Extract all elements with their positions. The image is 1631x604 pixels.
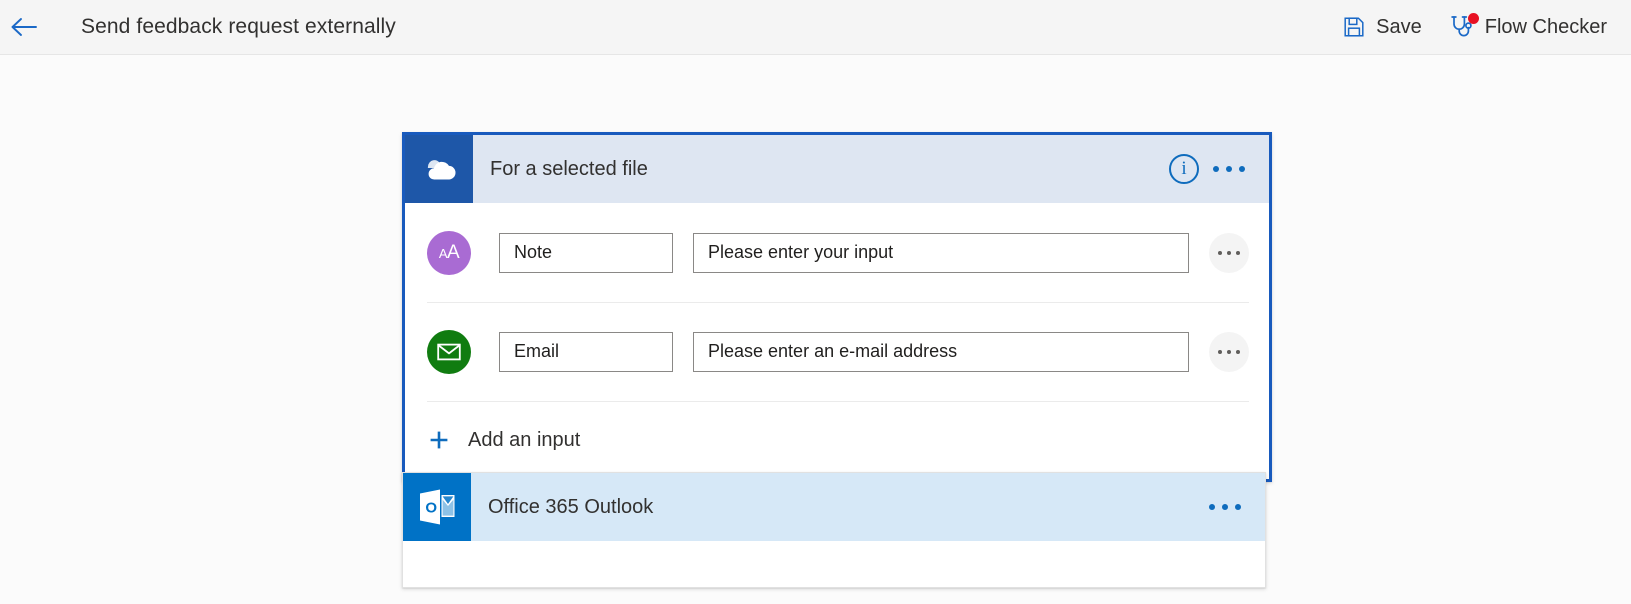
ellipsis-dot-1 xyxy=(1218,251,1222,255)
ellipsis-dot-3 xyxy=(1235,504,1241,510)
add-an-input-button[interactable]: Add an input xyxy=(405,401,1269,479)
action-card-office-365-outlook[interactable]: O Office 365 Outlook xyxy=(402,472,1266,588)
save-button[interactable]: Save xyxy=(1329,8,1434,46)
input-placeholder-field-email[interactable]: Please enter an e-mail address xyxy=(693,332,1189,372)
command-bar-actions: Save Flow Checker xyxy=(1329,0,1619,54)
input-placeholder-field-note[interactable]: Please enter your input xyxy=(693,233,1189,273)
save-label: Save xyxy=(1376,16,1422,39)
input-row-email: Email Please enter an e-mail address xyxy=(405,302,1269,401)
ellipsis-dot-2 xyxy=(1222,504,1228,510)
onedrive-cloud-icon xyxy=(405,135,473,203)
arrow-left-icon xyxy=(10,16,38,38)
ellipsis-dot-2 xyxy=(1227,251,1231,255)
flow-checker-button[interactable]: Flow Checker xyxy=(1438,8,1619,46)
action-card-title: Office 365 Outlook xyxy=(471,473,1203,541)
trigger-card-for-a-selected-file[interactable]: For a selected file i AA Note Please xyxy=(402,132,1272,482)
trigger-card-menu-button[interactable] xyxy=(1207,156,1251,182)
add-an-input-label: Add an input xyxy=(468,429,580,452)
office365-outlook-icon: O xyxy=(403,473,471,541)
ellipsis-dot-2 xyxy=(1227,350,1231,354)
ellipsis-dot-1 xyxy=(1218,350,1222,354)
trigger-card-header[interactable]: For a selected file i xyxy=(405,135,1269,203)
text-type-glyph: AA xyxy=(439,242,459,264)
action-card-body xyxy=(403,541,1265,587)
input-name-field-email[interactable]: Email xyxy=(499,332,673,372)
trigger-card-header-actions: i xyxy=(1169,135,1269,203)
ellipsis-dot-3 xyxy=(1239,166,1245,172)
back-button[interactable] xyxy=(0,0,48,54)
stethoscope-icon xyxy=(1450,14,1476,40)
flow-checker-label: Flow Checker xyxy=(1485,16,1607,39)
info-glyph: i xyxy=(1181,159,1186,178)
page-title: Send feedback request externally xyxy=(81,15,396,39)
svg-text:O: O xyxy=(425,500,437,517)
top-command-bar: Send feedback request externally Save xyxy=(0,0,1631,55)
ellipsis-dot-2 xyxy=(1226,166,1232,172)
save-floppy-icon xyxy=(1341,14,1367,40)
trigger-card-body: AA Note Please enter your input xyxy=(405,203,1269,479)
ellipsis-dot-1 xyxy=(1213,166,1219,172)
info-circle-icon[interactable]: i xyxy=(1169,154,1199,184)
text-aA-icon: AA xyxy=(427,231,471,275)
input-row-menu-email[interactable] xyxy=(1209,332,1249,372)
ellipsis-dot-3 xyxy=(1236,350,1240,354)
alert-badge-icon xyxy=(1468,13,1479,24)
input-row-menu-note[interactable] xyxy=(1209,233,1249,273)
envelope-icon xyxy=(427,330,471,374)
action-card-header-actions xyxy=(1203,473,1265,541)
action-card-menu-button[interactable] xyxy=(1203,494,1247,520)
input-name-field-note[interactable]: Note xyxy=(499,233,673,273)
ellipsis-dot-3 xyxy=(1236,251,1240,255)
flow-canvas: For a selected file i AA Note Please xyxy=(0,55,1631,604)
ellipsis-dot-1 xyxy=(1209,504,1215,510)
plus-icon xyxy=(427,429,451,451)
input-row-note: AA Note Please enter your input xyxy=(405,203,1269,302)
action-card-header[interactable]: O Office 365 Outlook xyxy=(403,473,1265,541)
trigger-card-title: For a selected file xyxy=(473,135,1169,203)
